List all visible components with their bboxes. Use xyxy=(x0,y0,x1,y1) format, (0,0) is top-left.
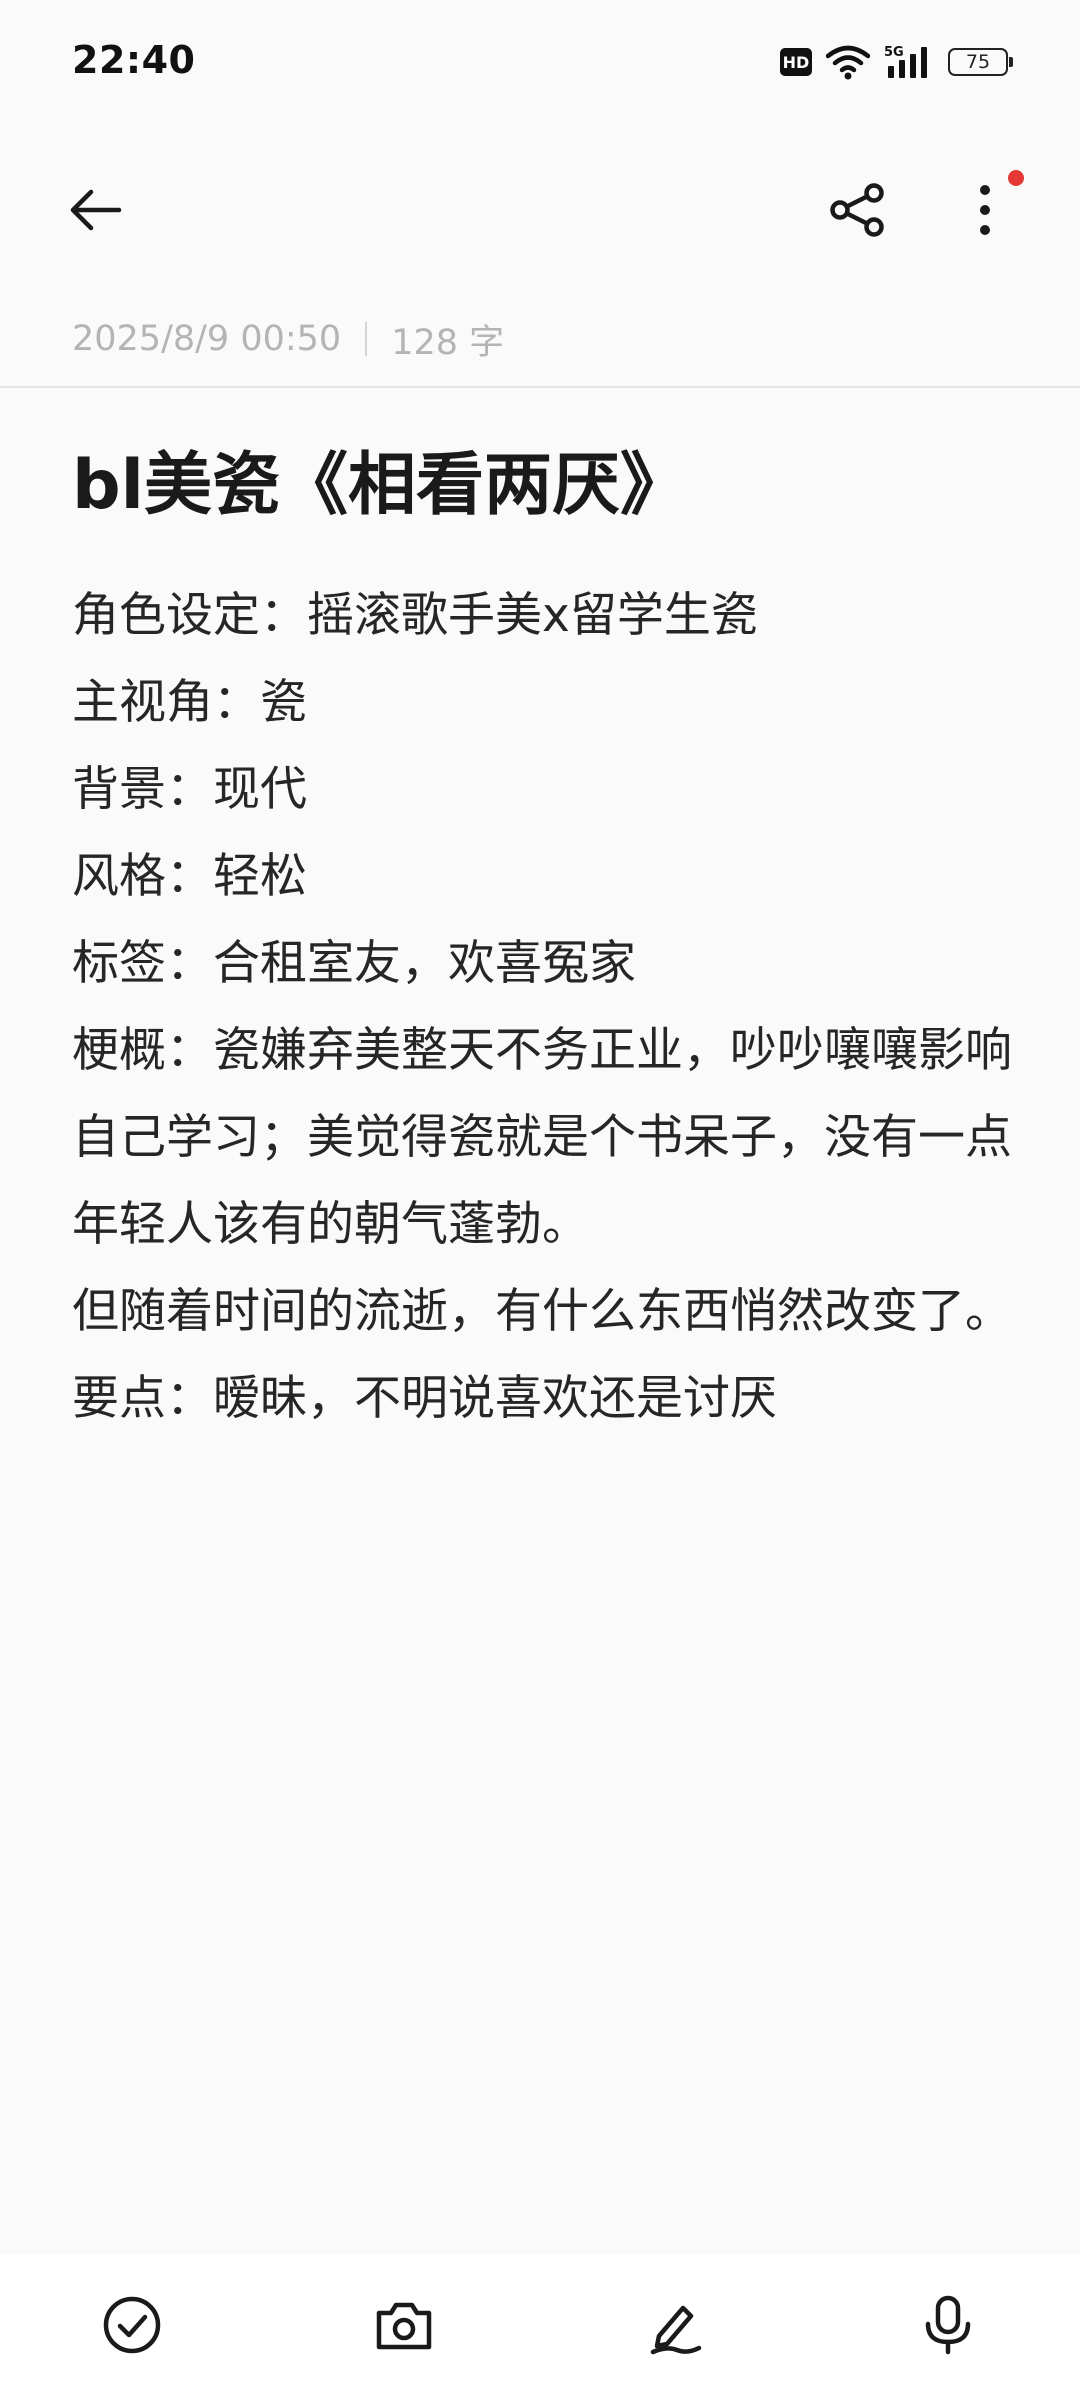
note-datetime: 2025/8/9 00:50 xyxy=(72,319,342,359)
bottom-toolbar xyxy=(0,2255,1080,2400)
note-line-tags: 标签：合租室友，欢喜冤家 xyxy=(72,936,636,991)
checklist-button[interactable] xyxy=(92,2285,172,2365)
voice-input-button[interactable] xyxy=(908,2285,988,2365)
status-time: 22:40 xyxy=(72,38,196,82)
note-title[interactable]: bl美瓷《相看两厌》 xyxy=(72,436,1032,536)
note-line-change: 但随着时间的流逝，有什么东西悄然改变了。 xyxy=(72,1284,1012,1339)
header-divider xyxy=(0,386,1080,388)
note-word-count: 128 字 xyxy=(391,322,505,363)
note-line-pov: 主视角：瓷 xyxy=(72,675,307,730)
meta-separator xyxy=(365,322,368,356)
back-button[interactable] xyxy=(60,180,130,240)
note-meta: 2025/8/9 00:50 128 字 xyxy=(72,314,504,364)
signal-5g-icon: 5G xyxy=(884,45,927,78)
note-body[interactable]: 角色设定：摇滚歌手美x留学生瓷 主视角：瓷 背景：现代 风格：轻松 标签：合租室… xyxy=(72,572,1012,1442)
share-icon xyxy=(830,183,884,237)
status-icons: HD 5G 75 xyxy=(780,42,1013,82)
note-line-style: 风格：轻松 xyxy=(72,849,307,904)
check-circle-icon xyxy=(103,2296,161,2354)
notification-dot xyxy=(1008,170,1024,186)
handwriting-button[interactable] xyxy=(636,2285,716,2365)
microphone-icon xyxy=(925,2295,971,2355)
camera-button[interactable] xyxy=(364,2285,444,2365)
note-line-background: 背景：现代 xyxy=(72,762,307,817)
top-toolbar xyxy=(0,160,1080,260)
status-bar: 22:40 HD 5G 75 xyxy=(0,0,1080,125)
share-button[interactable] xyxy=(820,175,896,245)
note-line-summary: 梗概：瓷嫌弃美整天不务正业，吵吵嚷嚷影响自己学习；美觉得瓷就是个书呆子，没有一点… xyxy=(72,1023,1012,1252)
note-detail-screen: 22:40 HD 5G 75 2025/8/9 00:50 128 字 bl美瓷… xyxy=(0,0,1080,2400)
more-vertical-icon xyxy=(980,185,990,235)
battery-indicator: 75 xyxy=(948,48,1013,76)
hd-badge: HD xyxy=(780,48,812,76)
arrow-left-icon xyxy=(70,189,122,231)
note-line-key-points: 要点：暧昧，不明说喜欢还是讨厌 xyxy=(72,1371,777,1426)
wifi-icon xyxy=(826,45,870,80)
network-label: 5G xyxy=(884,45,904,60)
pen-icon xyxy=(650,2305,702,2355)
note-line-role: 角色设定：摇滚歌手美x留学生瓷 xyxy=(72,588,758,643)
more-options-button[interactable] xyxy=(950,175,1020,245)
camera-icon xyxy=(376,2302,432,2350)
